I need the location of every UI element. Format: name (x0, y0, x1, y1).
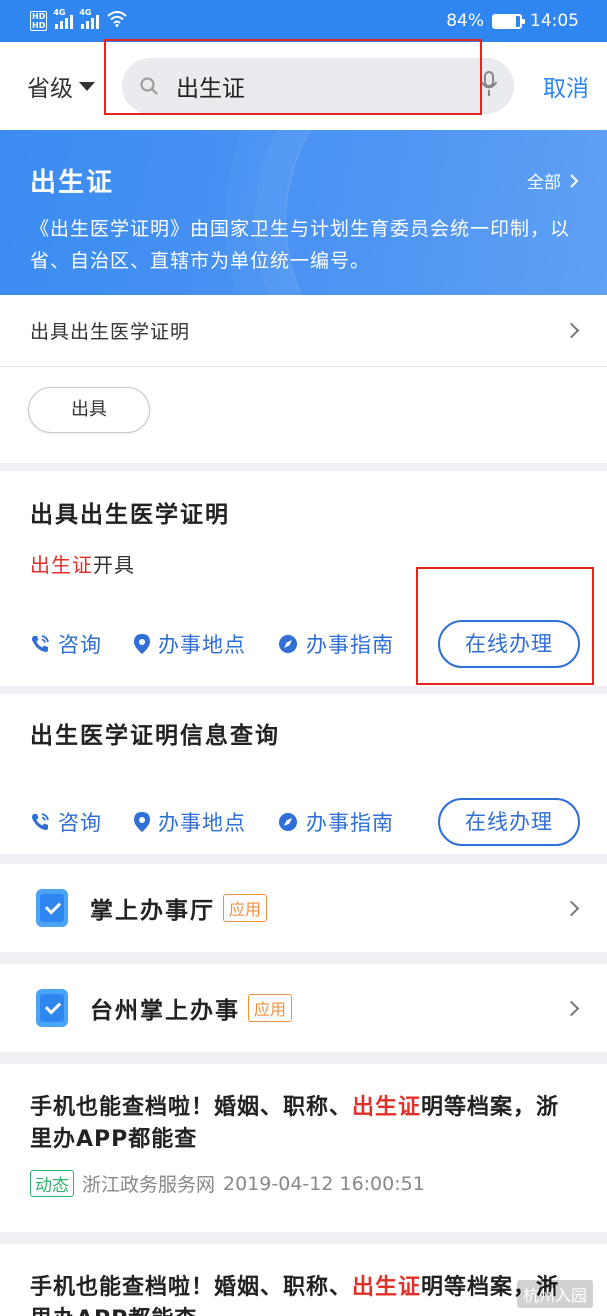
search-input[interactable] (176, 73, 480, 99)
app-icon (36, 989, 68, 1027)
app-icon (36, 889, 68, 927)
location-label: 办事地点 (158, 633, 246, 657)
app-name: 掌上办事厅 (90, 898, 215, 924)
news-title-highlight: 出生证 (352, 1095, 422, 1120)
battery-fill (494, 15, 516, 27)
wifi-icon (107, 10, 128, 32)
microphone-icon[interactable] (480, 71, 498, 101)
dropdown-arrow-icon (79, 81, 95, 91)
service-actions: 咨询 办事地点 办事指南 在线办理 (30, 798, 580, 846)
guide-button[interactable]: 办事指南 (278, 807, 394, 837)
app-row[interactable]: 掌上办事厅 应用 (0, 864, 607, 952)
news-tag: 动态 (30, 1170, 74, 1197)
news-meta: 动态 浙江政务服务网 2019-04-12 16:00:51 (30, 1170, 580, 1197)
chevron-right-icon (563, 1000, 580, 1016)
service-title: 出具出生医学证明 (30, 502, 230, 528)
location-button[interactable]: 办事地点 (134, 807, 246, 837)
news-title-highlight: 出生证 (352, 1275, 422, 1300)
news-title: 手机也能查档啦！婚姻、职称、出生证明等档案，浙里办APP都能查 (30, 1095, 560, 1152)
signal-icon: 4G (53, 8, 74, 29)
app-name: 台州掌上办事 (90, 998, 240, 1024)
status-right: 84% 14:05 (446, 11, 579, 31)
cancel-button[interactable]: 取消 (543, 69, 589, 103)
chevron-right-icon (563, 322, 580, 339)
phone-icon (32, 635, 49, 652)
consult-label: 咨询 (58, 811, 102, 835)
guide-label: 办事指南 (306, 633, 394, 657)
tag-chip[interactable]: 出具 (28, 387, 150, 433)
province-selector[interactable]: 省级 (27, 69, 119, 103)
online-apply-button[interactable]: 在线办理 (438, 620, 580, 668)
service-title: 出生医学证明信息查询 (30, 723, 280, 749)
topic-banner: 出生证 全部 《出生医学证明》由国家卫生与计划生育委员会统一印制，以省、自治区、… (0, 130, 607, 295)
guide-button[interactable]: 办事指南 (278, 629, 394, 659)
compass-icon (279, 813, 297, 831)
search-icon (140, 77, 158, 95)
news-title: 手机也能查档啦！婚姻、职称、出生证明等档案，浙里办APP都能查 (30, 1275, 560, 1316)
banner-title: 出生证 (30, 168, 115, 198)
online-apply-button[interactable]: 在线办理 (438, 798, 580, 846)
location-button[interactable]: 办事地点 (134, 629, 246, 659)
hd-icon: HD HD (30, 11, 48, 31)
news-source: 浙江政务服务网 (82, 1174, 216, 1196)
app-badge: 应用 (248, 994, 293, 1022)
category-label: 出具出生医学证明 (30, 321, 191, 343)
service-subtitle: 出生证开具 (30, 549, 580, 578)
category-row[interactable]: 出具出生医学证明 (0, 295, 607, 367)
phone-icon (32, 813, 49, 830)
chevron-right-icon (570, 173, 579, 188)
subtitle-rest: 开具 (93, 553, 135, 577)
consult-label: 咨询 (58, 633, 102, 657)
battery-percent: 84% (446, 11, 484, 31)
news-item[interactable]: 手机也能查档啦！婚姻、职称、出生证明等档案，浙里办APP都能查 (0, 1244, 607, 1316)
clock: 14:05 (530, 11, 579, 31)
guide-label: 办事指南 (306, 811, 394, 835)
province-label: 省级 (27, 76, 73, 102)
service-card: 出生医学证明信息查询 咨询 办事地点 办事指南 在线办理 (0, 694, 607, 854)
service-card: 出具出生医学证明 出生证开具 咨询 办事地点 办事指南 在线办理 (0, 471, 607, 686)
app-row[interactable]: 台州掌上办事 应用 (0, 964, 607, 1052)
news-time: 2019-04-12 16:00:51 (223, 1172, 425, 1195)
battery-icon (492, 13, 525, 29)
consult-button[interactable]: 咨询 (30, 629, 102, 659)
news-item[interactable]: 手机也能查档啦！婚姻、职称、出生证明等档案，浙里办APP都能查 动态 浙江政务服… (0, 1064, 607, 1232)
signal-icon: 4G (79, 8, 100, 29)
subtitle-highlight: 出生证 (30, 553, 93, 577)
view-all-link[interactable]: 全部 (527, 168, 579, 193)
location-label: 办事地点 (158, 811, 246, 835)
banner-description: 《出生医学证明》由国家卫生与计划生育委员会统一印制，以省、自治区、直辖市为单位统… (30, 218, 571, 272)
app-badge: 应用 (223, 894, 268, 922)
watermark: 杭州入园 (516, 1280, 593, 1308)
tag-filter-area: 出具 (0, 367, 607, 463)
status-left: HD HD 4G 4G (30, 8, 128, 32)
consult-button[interactable]: 咨询 (30, 807, 102, 837)
compass-icon (279, 635, 297, 653)
view-all-label: 全部 (527, 173, 561, 193)
status-bar: HD HD 4G 4G 84% 14:05 (0, 0, 607, 42)
search-box[interactable] (104, 39, 514, 115)
location-pin-icon (134, 812, 150, 832)
service-actions: 咨询 办事地点 办事指南 在线办理 (30, 620, 580, 668)
search-bar: 省级 取消 (0, 39, 607, 130)
location-pin-icon (134, 634, 150, 654)
chevron-right-icon (563, 900, 580, 916)
